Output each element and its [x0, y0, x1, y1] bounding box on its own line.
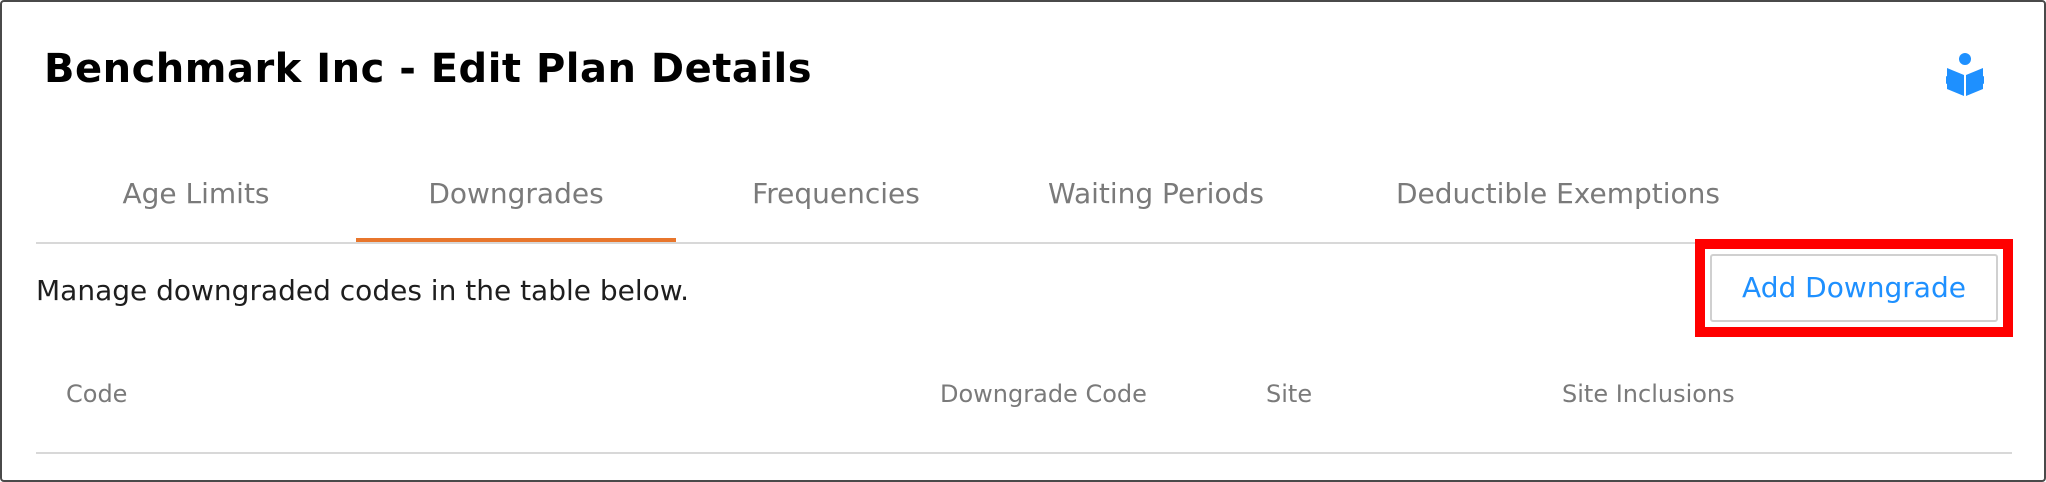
downgrades-table-header: Code Downgrade Code Site Site Inclusions [36, 372, 2012, 454]
column-header-code[interactable]: Code [66, 380, 127, 408]
tab-waiting-periods[interactable]: Waiting Periods [996, 162, 1316, 240]
tab-downgrades[interactable]: Downgrades [356, 162, 676, 242]
column-header-downgrade-code[interactable]: Downgrade Code [940, 380, 1147, 408]
instructions-text: Manage downgraded codes in the table bel… [36, 274, 690, 307]
column-header-site-inclusions[interactable]: Site Inclusions [1562, 380, 1735, 408]
edit-plan-panel: Benchmark Inc - Edit Plan Details Age Li… [0, 0, 2046, 482]
page-title: Benchmark Inc - Edit Plan Details [44, 46, 813, 92]
add-downgrade-button[interactable]: Add Downgrade [1710, 254, 1998, 322]
column-header-site[interactable]: Site [1266, 380, 1312, 408]
book-reader-icon[interactable] [1946, 52, 1984, 98]
plan-tabs: Age Limits Downgrades Frequencies Waitin… [36, 162, 2012, 244]
tab-age-limits[interactable]: Age Limits [36, 162, 356, 240]
tab-deductible-exemptions[interactable]: Deductible Exemptions [1316, 162, 1800, 240]
tab-frequencies[interactable]: Frequencies [676, 162, 996, 240]
